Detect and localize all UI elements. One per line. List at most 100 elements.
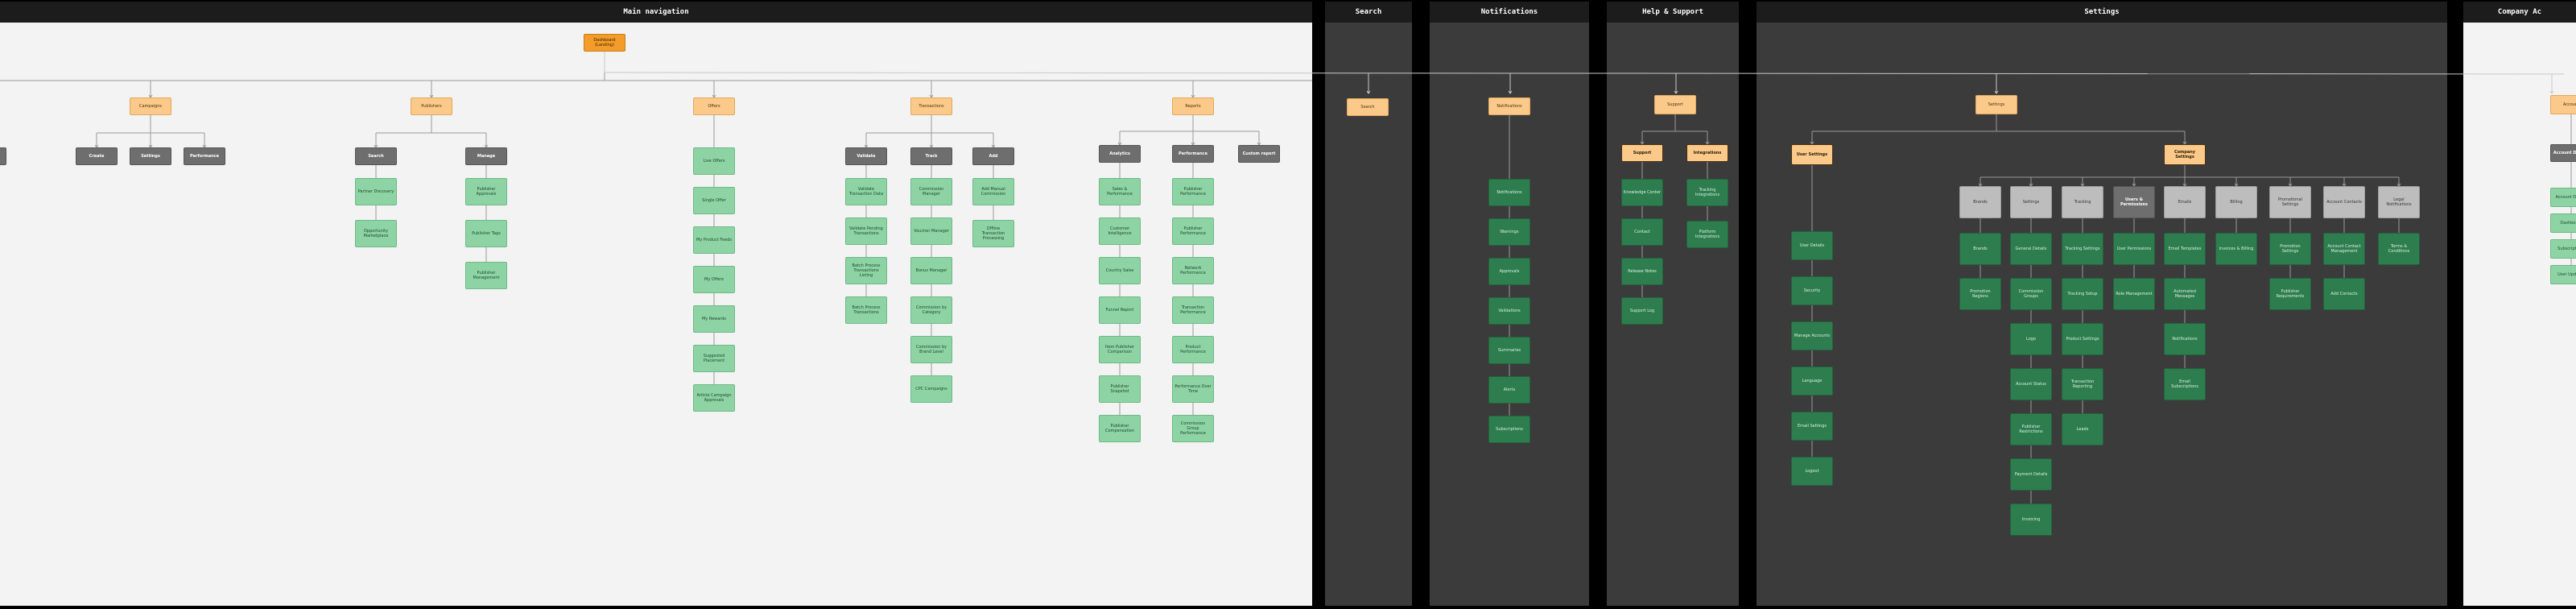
group-node[interactable]: Custom report xyxy=(1238,145,1280,163)
leaf-node[interactable]: Publisher Tags xyxy=(465,220,507,247)
leaf-node[interactable]: Automated Messages xyxy=(2164,278,2206,310)
company-group-node[interactable]: Promotional Settings xyxy=(2269,186,2311,218)
leaf-node[interactable]: Product Settings xyxy=(2062,323,2103,355)
leaf-node[interactable]: Single Offer xyxy=(693,187,735,214)
leaf-node[interactable]: Security xyxy=(1791,276,1833,305)
leaf-node[interactable]: Account Details xyxy=(2550,188,2576,207)
leaf-node[interactable]: Subscriptions xyxy=(2550,239,2576,259)
section-node[interactable]: Transactions xyxy=(910,97,952,115)
leaf-node[interactable]: Platform Integrations xyxy=(1686,221,1728,248)
section-node[interactable]: Offers xyxy=(693,97,735,115)
company-group-node[interactable]: Settings xyxy=(2010,186,2052,218)
leaf-node[interactable]: Batch Process Transactions Listing xyxy=(845,257,887,284)
account-group-node[interactable]: Account Details xyxy=(2550,144,2576,162)
leaf-node[interactable]: Promotion Regions xyxy=(1959,278,2001,310)
leaf-node[interactable]: Publisher Approvals xyxy=(465,178,507,205)
leaf-node[interactable]: Warnings xyxy=(1488,218,1530,246)
leaf-node[interactable]: Knowledge Center xyxy=(1621,179,1663,206)
leaf-node[interactable]: My Offers xyxy=(693,266,735,293)
leaf-node[interactable]: Voucher Manager xyxy=(910,218,952,245)
group-node[interactable]: Performance xyxy=(184,147,225,165)
leaf-node[interactable]: Contact xyxy=(1621,218,1663,246)
leaf-node[interactable]: Publisher Compensation xyxy=(1099,415,1141,442)
settings-group-node[interactable]: Company Settings xyxy=(2164,144,2206,165)
leaf-node[interactable]: Offline Transaction Processing xyxy=(972,220,1014,247)
leaf-node[interactable]: Payment Details xyxy=(2010,458,2052,491)
settings-root-node[interactable]: Settings xyxy=(1975,95,2017,114)
company-group-node[interactable]: Billing xyxy=(2215,186,2257,218)
leaf-node[interactable]: Tracking Settings xyxy=(2062,233,2103,265)
section-node[interactable]: Reports xyxy=(1172,97,1214,115)
settings-group-node[interactable]: User Settings xyxy=(1791,144,1833,165)
leaf-node[interactable]: Funnel Report xyxy=(1099,296,1141,324)
support-root-node[interactable]: Support xyxy=(1654,95,1696,114)
group-node[interactable]: Search xyxy=(355,147,397,165)
leaf-node[interactable]: Summaries xyxy=(1488,337,1530,364)
leaf-node[interactable]: Validate Pending Transactions xyxy=(845,218,887,245)
leaf-node[interactable]: CPC Campaigns xyxy=(910,375,952,403)
leaf-node[interactable]: Terms & Conditions xyxy=(2378,233,2420,265)
leaf-node[interactable]: Promotion Settings xyxy=(2269,233,2311,265)
leaf-node[interactable]: Invoicing xyxy=(2010,503,2052,536)
leaf-node[interactable]: Publisher Performance xyxy=(1172,178,1214,205)
leaf-node[interactable]: Approvals xyxy=(1488,258,1530,285)
leaf-node[interactable]: Release Notes xyxy=(1621,258,1663,285)
leaf-node[interactable]: My Product Feeds xyxy=(693,226,735,254)
leaf-node[interactable]: Country Sales xyxy=(1099,257,1141,284)
company-group-node[interactable]: Users & Permissions xyxy=(2113,186,2155,218)
leaf-node[interactable]: Commission by Brand Level xyxy=(910,336,952,363)
leaf-node[interactable]: Sales & Performance xyxy=(1099,178,1141,205)
leaf-node[interactable]: Notifications xyxy=(2164,323,2206,355)
group-node-cropped[interactable]: Create xyxy=(0,147,6,165)
leaf-node[interactable]: Brands xyxy=(1959,233,2001,265)
leaf-node[interactable]: Transaction Reporting xyxy=(2062,368,2103,400)
leaf-node[interactable]: Account Contact Management xyxy=(2323,233,2365,265)
leaf-node[interactable]: Suggested Placement xyxy=(693,345,735,372)
leaf-node[interactable]: Tracking Integrations xyxy=(1686,179,1728,206)
leaf-node[interactable]: Commission Manager xyxy=(910,178,952,205)
company-group-node[interactable]: Emails xyxy=(2164,186,2206,218)
leaf-node[interactable]: Commission Group Performance xyxy=(1172,415,1214,442)
leaf-node[interactable]: Manage Accounts xyxy=(1791,321,1833,350)
support-group-node[interactable]: Support xyxy=(1621,144,1663,162)
leaf-node[interactable]: Subscriptions xyxy=(1488,416,1530,443)
section-node[interactable]: Campaigns xyxy=(130,97,171,115)
group-node[interactable]: Analytics xyxy=(1099,145,1141,163)
leaf-node[interactable]: Product Performance xyxy=(1172,336,1214,363)
leaf-node[interactable]: Validations xyxy=(1488,297,1530,325)
leaf-node[interactable]: Customer Intelligence xyxy=(1099,218,1141,245)
section-node[interactable]: Publishers xyxy=(411,97,452,115)
group-node[interactable]: Add xyxy=(972,147,1014,165)
search-node[interactable]: Search xyxy=(1347,98,1389,116)
leaf-node[interactable]: Add Manual Commission xyxy=(972,178,1014,205)
leaf-node[interactable]: Email Subscriptions xyxy=(2164,368,2206,400)
leaf-node[interactable]: General Details xyxy=(2010,233,2052,265)
group-node[interactable]: Manage xyxy=(465,147,507,165)
account-root-node[interactable]: Account xyxy=(2550,95,2576,114)
leaf-node[interactable]: Logo xyxy=(2010,323,2052,355)
leaf-node[interactable]: Performance Over Time xyxy=(1172,375,1214,403)
leaf-node[interactable]: User Updates xyxy=(2550,265,2576,284)
leaf-node[interactable]: Notifications xyxy=(1488,179,1530,206)
leaf-node[interactable]: Article Campaign Approvals xyxy=(693,384,735,412)
leaf-node[interactable]: Tracking Setup xyxy=(2062,278,2103,310)
leaf-node[interactable]: Add Contacts xyxy=(2323,278,2365,310)
root-dashboard-node[interactable]: Dashboard (Landing) xyxy=(584,34,625,52)
leaf-node[interactable]: Commission by Category xyxy=(910,296,952,324)
leaf-node[interactable]: Publisher Requirements xyxy=(2269,278,2311,310)
leaf-node[interactable]: Transaction Performance xyxy=(1172,296,1214,324)
leaf-node[interactable]: Email Settings xyxy=(1791,412,1833,441)
group-node[interactable]: Track xyxy=(910,147,952,165)
leaf-node[interactable]: Live Offers xyxy=(693,147,735,175)
company-group-node[interactable]: Tracking xyxy=(2062,186,2103,218)
leaf-node[interactable]: Partner Discovery xyxy=(355,178,397,205)
leaf-node[interactable]: Opportunity Marketplace xyxy=(355,220,397,247)
leaf-node[interactable]: Logout xyxy=(1791,457,1833,486)
leaf-node[interactable]: Bonus Manager xyxy=(910,257,952,284)
leaf-node[interactable]: My Rewards xyxy=(693,305,735,333)
leaf-node[interactable]: Leads xyxy=(2062,413,2103,445)
leaf-node[interactable]: Alerts xyxy=(1488,376,1530,404)
group-node[interactable]: Validate xyxy=(845,147,887,165)
company-group-node[interactable]: Legal Notifications xyxy=(2378,186,2420,218)
notifications-root-node[interactable]: Notifications xyxy=(1488,97,1530,115)
